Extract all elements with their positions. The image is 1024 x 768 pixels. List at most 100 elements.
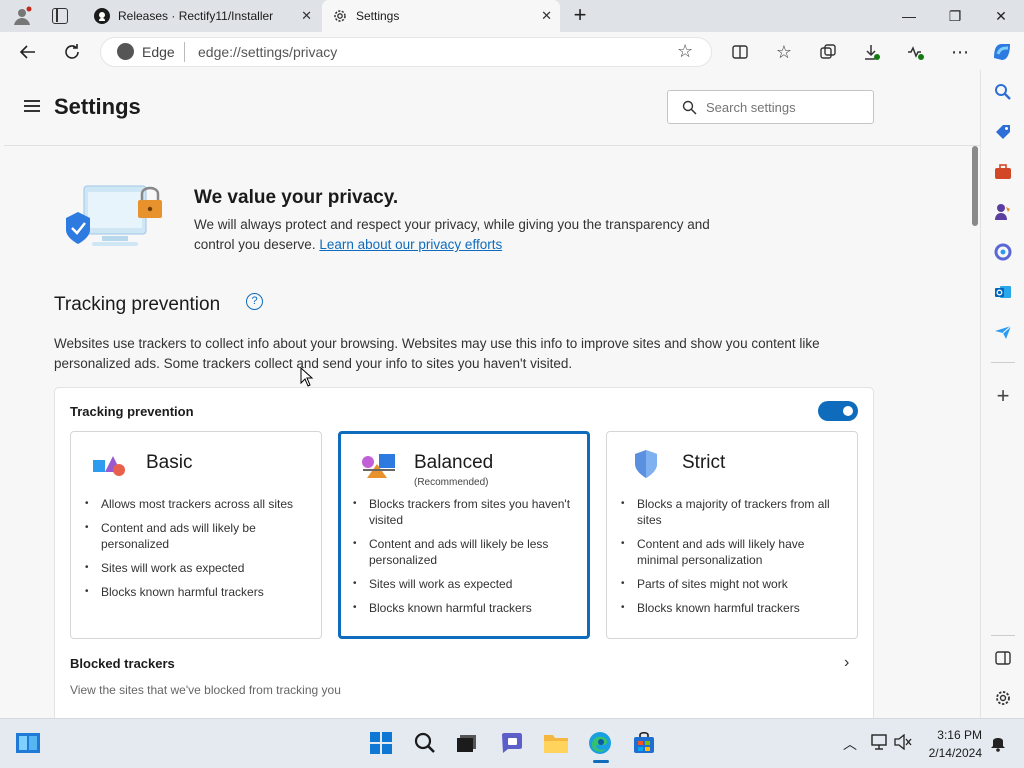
back-arrow-icon <box>19 45 35 59</box>
tools-icon[interactable] <box>991 160 1015 184</box>
list-item: Blocks a majority of trackers from all s… <box>621 496 849 528</box>
downloads-icon[interactable] <box>858 38 886 66</box>
network-icon[interactable] <box>870 734 888 750</box>
list-item: Content and ads will likely be less pers… <box>353 536 581 568</box>
balanced-shapes-icon <box>362 454 395 478</box>
refresh-button[interactable] <box>58 38 86 66</box>
basic-shapes-icon <box>93 456 125 476</box>
edge-icon[interactable] <box>585 728 615 758</box>
drop-icon[interactable] <box>991 320 1015 344</box>
shield-icon <box>635 450 657 478</box>
chat-icon[interactable] <box>497 728 527 758</box>
tab-title: Settings <box>356 9 400 23</box>
active-app-indicator <box>593 760 609 763</box>
file-explorer-icon[interactable] <box>541 728 571 758</box>
sidebar-divider <box>991 635 1015 636</box>
list-item: Blocks known harmful trackers <box>621 600 849 616</box>
scrollbar-thumb[interactable] <box>972 146 978 226</box>
privacy-text: We will always protect and respect your … <box>194 215 714 255</box>
tab-settings[interactable]: Settings ✕ <box>322 0 560 32</box>
favorite-star-icon[interactable]: ☆ <box>677 41 693 62</box>
option-strict[interactable]: Strict Blocks a majority of trackers fro… <box>606 431 858 639</box>
hamburger-menu-icon[interactable] <box>24 100 40 112</box>
refresh-icon <box>65 44 79 59</box>
option-balanced[interactable]: Balanced (Recommended) Blocks trackers f… <box>338 431 590 639</box>
scrollbar-track[interactable] <box>970 146 980 718</box>
github-icon <box>94 8 110 24</box>
close-icon[interactable]: ✕ <box>541 8 552 24</box>
games-icon[interactable] <box>991 200 1015 224</box>
widgets-icon[interactable] <box>13 728 43 758</box>
store-icon[interactable] <box>629 728 659 758</box>
privacy-heading: We value your privacy. <box>194 187 399 208</box>
new-tab-button[interactable]: + <box>568 4 592 28</box>
option-bullets: Blocks trackers from sites you haven't v… <box>353 496 581 624</box>
chevron-right-icon[interactable]: › <box>844 654 849 672</box>
tracking-toggle[interactable] <box>818 401 858 421</box>
blocked-trackers-title: Blocked trackers <box>70 656 175 671</box>
tracking-description: Websites use trackers to collect info ab… <box>54 336 820 371</box>
option-bullets: Allows most trackers across all sites Co… <box>85 496 313 608</box>
option-name: Balanced <box>414 452 494 473</box>
chevron-up-icon[interactable]: ︿ <box>843 734 857 754</box>
edge-sidebar: + <box>980 70 1024 718</box>
tracking-heading: Tracking prevention <box>54 294 221 315</box>
notification-icon[interactable] <box>990 734 1006 752</box>
start-button[interactable] <box>366 728 396 758</box>
outlook-icon[interactable] <box>991 280 1015 304</box>
privacy-illustration <box>62 182 170 252</box>
list-item: Blocks trackers from sites you haven't v… <box>353 496 581 528</box>
search-settings-box[interactable] <box>667 90 874 124</box>
search-input[interactable] <box>706 97 866 117</box>
copilot-icon[interactable] <box>990 40 1014 64</box>
shopping-tag-icon[interactable] <box>991 120 1015 144</box>
favorites-icon[interactable]: ☆ <box>770 38 798 66</box>
list-item: Blocks known harmful trackers <box>353 600 581 616</box>
help-icon[interactable]: ? <box>246 293 263 310</box>
option-name: Basic <box>146 452 193 473</box>
site-label: Edge <box>142 44 175 60</box>
sidebar-settings-icon[interactable] <box>991 686 1015 710</box>
blocked-trackers-row[interactable] <box>56 648 872 708</box>
search-icon[interactable] <box>410 728 440 758</box>
tab-title: Releases · Rectify11/Installer <box>118 9 274 23</box>
list-item: Allows most trackers across all sites <box>85 496 313 512</box>
more-menu-icon[interactable]: ⋯ <box>946 38 974 66</box>
blocked-trackers-subtitle: View the sites that we've blocked from t… <box>70 683 341 697</box>
clock-time[interactable]: 3:16 PM <box>926 728 982 742</box>
volume-muted-icon[interactable] <box>894 733 912 751</box>
minimize-button[interactable]: — <box>886 0 932 32</box>
collections-icon[interactable] <box>814 38 842 66</box>
microsoft365-icon[interactable] <box>991 240 1015 264</box>
hide-sidebar-icon[interactable] <box>991 646 1015 670</box>
list-item: Blocks known harmful trackers <box>85 584 313 600</box>
option-basic[interactable]: Basic Allows most trackers across all si… <box>70 431 322 639</box>
restore-button[interactable]: ❐ <box>932 0 978 32</box>
option-recommended: (Recommended) <box>414 477 489 488</box>
url-text[interactable]: edge://settings/privacy <box>198 44 337 60</box>
privacy-link[interactable]: Learn about our privacy efforts <box>319 237 502 252</box>
profile-icon[interactable] <box>12 6 32 26</box>
split-screen-icon[interactable] <box>726 38 754 66</box>
list-item: Sites will work as expected <box>85 560 313 576</box>
list-item: Parts of sites might not work <box>621 576 849 592</box>
close-window-button[interactable]: ✕ <box>978 0 1024 32</box>
tab-actions-icon[interactable] <box>52 8 68 24</box>
list-item: Content and ads will likely have minimal… <box>621 536 849 568</box>
performance-icon[interactable] <box>902 38 930 66</box>
task-view-icon[interactable] <box>452 728 482 758</box>
back-button[interactable] <box>14 38 42 66</box>
option-name: Strict <box>682 452 726 473</box>
divider <box>184 42 185 62</box>
page-title: Settings <box>54 94 141 119</box>
close-icon[interactable]: ✕ <box>301 8 312 24</box>
address-bar[interactable] <box>100 37 712 67</box>
sidebar-divider <box>991 362 1015 363</box>
add-icon[interactable]: + <box>991 383 1015 408</box>
tab-releases[interactable]: Releases · Rectify11/Installer ✕ <box>84 0 320 32</box>
option-bullets: Blocks a majority of trackers from all s… <box>621 496 849 624</box>
search-icon[interactable] <box>991 80 1015 104</box>
clock-date[interactable]: 2/14/2024 <box>920 746 982 760</box>
list-item: Content and ads will likely be personali… <box>85 520 313 552</box>
mouse-cursor <box>300 366 314 387</box>
